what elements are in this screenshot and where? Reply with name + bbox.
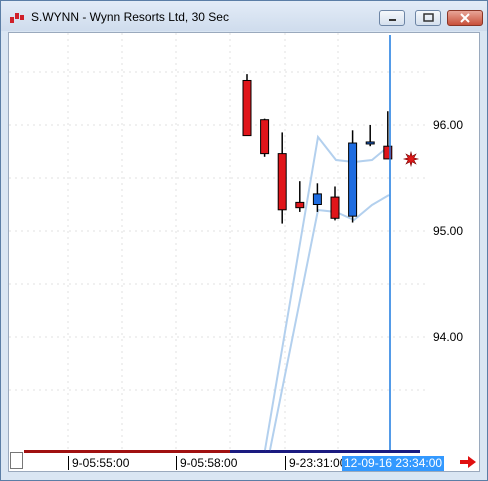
candle-body: [277, 153, 287, 211]
arrow-right-icon[interactable]: [459, 455, 477, 469]
red-star-icon: [402, 150, 420, 168]
band-lower-line: [269, 194, 390, 451]
scroll-handle[interactable]: [10, 452, 23, 469]
cursor-time-label: 12-09-16 23:34:00: [342, 456, 445, 471]
price-label: 94.00: [433, 330, 463, 344]
time-tick: [68, 456, 69, 470]
time-label-1: 9-05:55:00: [72, 456, 130, 470]
price-label: 96.00: [433, 118, 463, 132]
candle-body: [260, 119, 270, 155]
candlestick-chart[interactable]: 96.00 95.00 94.00: [0, 0, 488, 481]
candle-body: [348, 142, 358, 217]
time-label-3: 9-23:31:00: [289, 456, 347, 470]
time-tick: [285, 456, 286, 470]
candle-body: [365, 141, 375, 145]
price-label: 95.00: [433, 224, 463, 238]
candle-body: [330, 196, 340, 219]
time-axis-bar: [230, 450, 420, 453]
time-tick: [176, 456, 177, 470]
candle-body: [312, 193, 322, 205]
time-label-2: 9-05:58:00: [180, 456, 238, 470]
candle-body: [242, 79, 252, 137]
candle-body: [295, 201, 305, 209]
